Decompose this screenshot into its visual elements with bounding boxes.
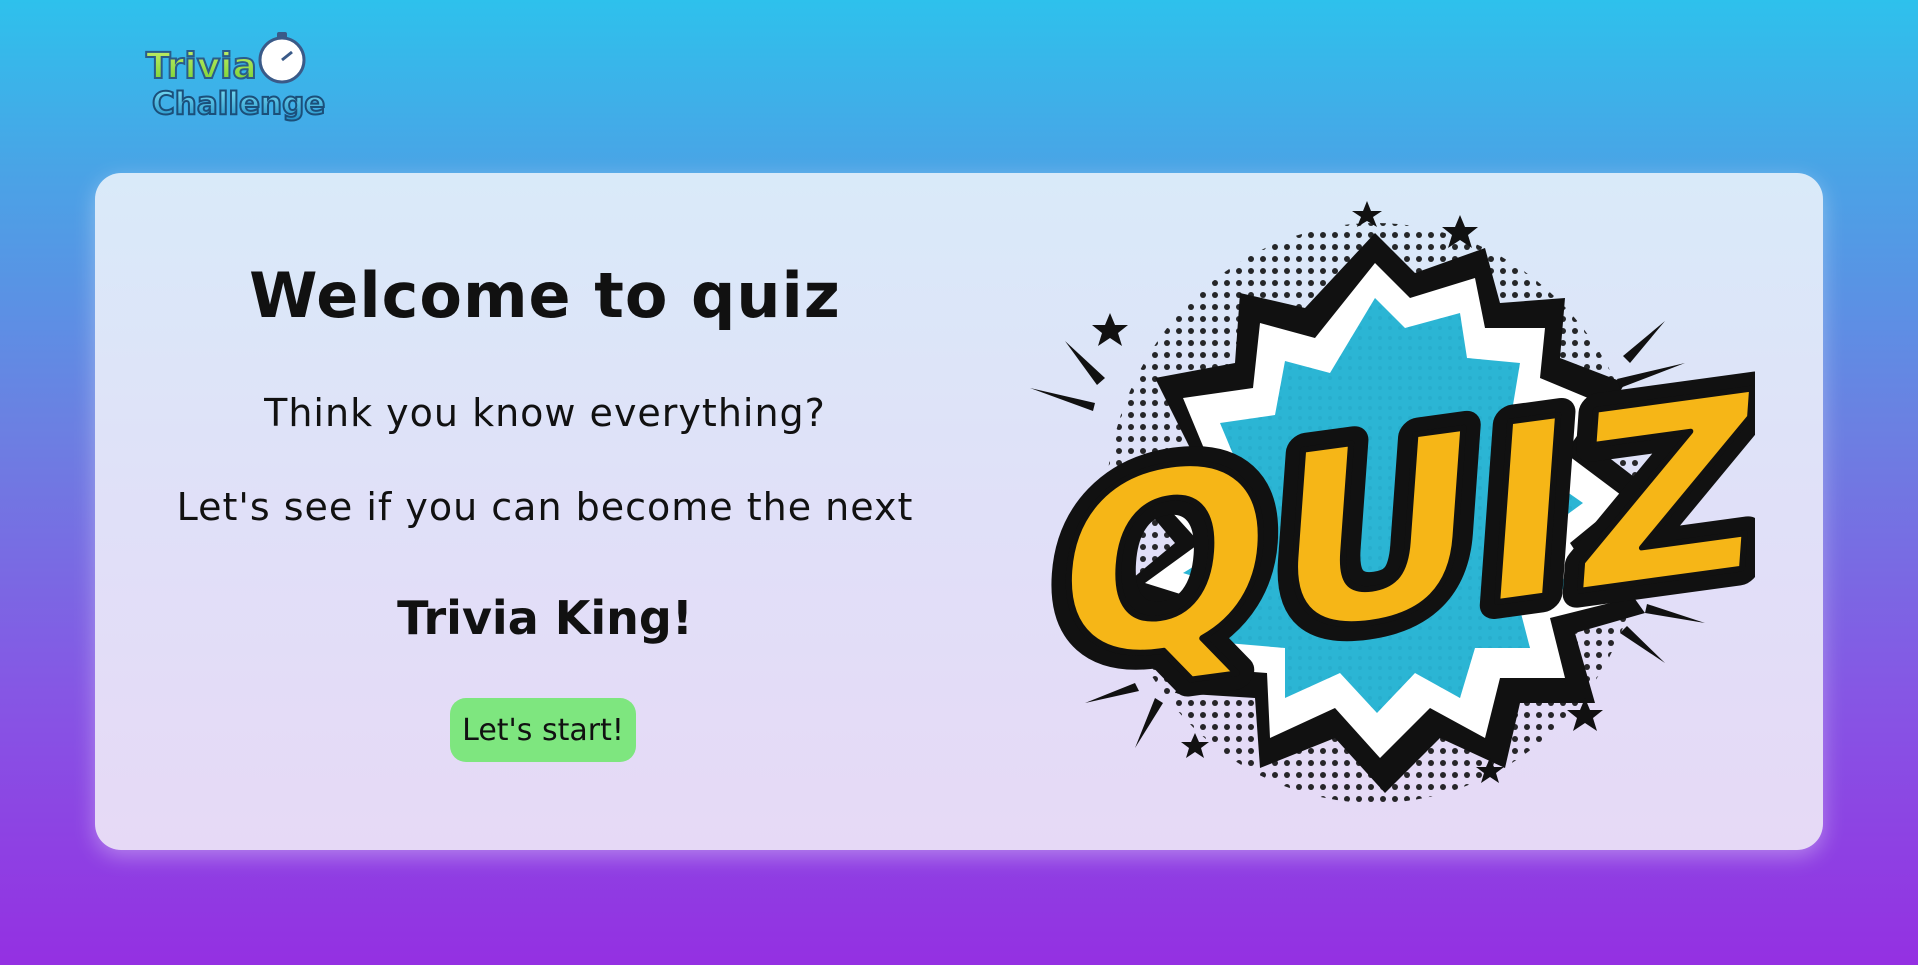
quiz-comic-illustration: QUIZ! QUIZ! <box>1005 193 1903 823</box>
welcome-card: Welcome to quiz Think you know everythin… <box>95 173 1903 850</box>
tagline-question: Think you know everything? <box>264 391 826 435</box>
trivia-king-heading: Trivia King! <box>397 591 693 645</box>
start-button[interactable]: Let's start! <box>450 698 636 762</box>
svg-text:Challenge: Challenge <box>152 86 325 122</box>
page-title: Welcome to quiz <box>249 259 841 332</box>
welcome-text-panel: Welcome to quiz Think you know everythin… <box>95 173 995 850</box>
svg-text:Trivia: Trivia <box>146 46 257 87</box>
tagline-challenge: Let's see if you can become the next <box>176 485 914 529</box>
trivia-challenge-logo[interactable]: Trivia Challenge <box>140 30 326 135</box>
